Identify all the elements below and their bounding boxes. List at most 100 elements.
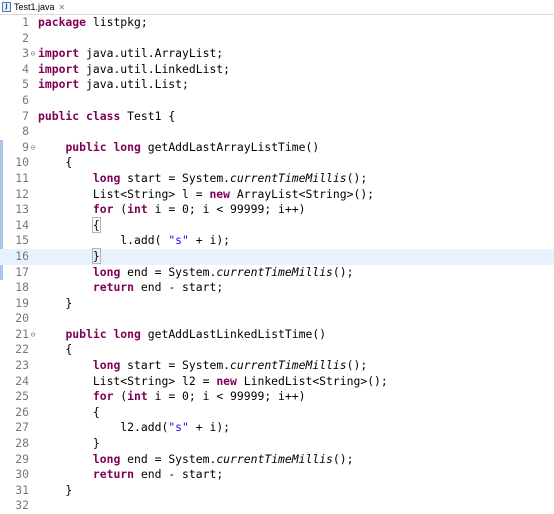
code-line[interactable]: 7 public class Test1 { (0, 109, 554, 125)
code-token: (); (332, 264, 354, 279)
line-number: 26 (15, 404, 29, 419)
code-token: + i); (188, 420, 231, 435)
code-line[interactable]: 10 { (0, 155, 554, 171)
line-number: 8 (22, 124, 29, 139)
code-token: getAddLastLinkedListTime() (140, 326, 327, 341)
line-number: 17 (15, 264, 29, 279)
fold-toggle-icon[interactable]: ⊖ (29, 46, 37, 62)
code-token: long (92, 264, 121, 279)
code-line[interactable]: 30 return end - start; (0, 467, 554, 483)
code-token: int (127, 202, 148, 217)
code-line[interactable]: 11 long start = System.currentTimeMillis… (0, 171, 554, 187)
line-number: 21 (15, 326, 29, 341)
code-text: { (38, 155, 72, 171)
code-line[interactable]: 13 for (int i = 0; i < 99999; i++) (0, 202, 554, 218)
code-token: (); (346, 170, 368, 185)
code-line[interactable]: 9 ⊖ public long getAddLastArrayListTime() (0, 140, 554, 156)
code-line[interactable]: 5 import java.util.List; (0, 77, 554, 93)
code-text: import java.util.ArrayList; (38, 46, 223, 62)
code-token: { (38, 404, 100, 419)
code-token: import (38, 61, 80, 76)
code-text: List<String> l2 = new LinkedList<String>… (38, 374, 388, 390)
code-line[interactable]: 21 ⊖ public long getAddLastLinkedListTime… (0, 327, 554, 343)
code-line[interactable]: 12 List<String> l = new ArrayList<String… (0, 187, 554, 203)
code-token: } (91, 247, 101, 264)
code-text: } (38, 247, 101, 265)
code-token: currentTimeMillis (230, 170, 347, 185)
code-text: long end = System.currentTimeMillis(); (38, 452, 354, 468)
tab-test1-java[interactable]: J Test1.java ✕ (0, 0, 72, 14)
code-token: end = System. (120, 451, 217, 466)
code-token: end - start; (134, 467, 224, 482)
line-number: 20 (15, 311, 29, 326)
code-token: } (38, 295, 73, 310)
code-line[interactable]: 32 (0, 498, 554, 514)
code-line[interactable]: 2 (0, 31, 554, 47)
code-line[interactable]: 27 l2.add("s" + i); (0, 420, 554, 436)
line-number: 15 (15, 233, 29, 248)
code-line[interactable]: 26 { (0, 405, 554, 421)
tab-title: Test1.java (14, 2, 55, 12)
code-line[interactable]: 8 (0, 124, 554, 140)
code-line[interactable]: 23 long start = System.currentTimeMillis… (0, 358, 554, 374)
code-token: ( (113, 202, 128, 217)
code-line[interactable]: 29 long end = System.currentTimeMillis()… (0, 452, 554, 468)
code-line[interactable]: 25 for (int i = 0; i < 99999; i++) (0, 389, 554, 405)
code-line[interactable]: 19 } (0, 296, 554, 312)
code-text: long start = System.currentTimeMillis(); (38, 171, 367, 187)
code-line[interactable]: 4 import java.util.LinkedList; (0, 62, 554, 78)
code-token: return (92, 280, 135, 295)
code-token: new (209, 186, 231, 201)
line-number: 16 (15, 248, 29, 263)
code-line[interactable]: 18 return end - start; (0, 280, 554, 296)
code-token: ( (113, 389, 128, 404)
code-token: } (38, 436, 100, 451)
line-number: 10 (15, 155, 29, 170)
line-number: 32 (15, 498, 29, 513)
code-line[interactable]: 15 l.add( "s" + i); (0, 233, 554, 249)
close-icon[interactable]: ✕ (59, 3, 66, 12)
code-token: "s" (168, 233, 189, 248)
code-token: { (91, 216, 101, 233)
code-line[interactable]: 24 List<String> l2 = new LinkedList<Stri… (0, 374, 554, 390)
code-token: end - start; (134, 280, 224, 295)
code-token: List<String> l = (38, 186, 210, 201)
line-number: 18 (15, 280, 29, 295)
code-token: start = System. (120, 358, 231, 373)
line-number: 25 (15, 389, 29, 404)
code-line[interactable]: 1 package listpkg; (0, 15, 554, 31)
code-text: package listpkg; (38, 15, 148, 31)
line-number: 6 (22, 92, 29, 107)
code-line[interactable]: 16 } (0, 247, 554, 265)
code-text: } (38, 483, 72, 499)
code-token: listpkg; (86, 15, 148, 29)
code-line[interactable]: 3 ⊖ import java.util.ArrayList; (0, 46, 554, 62)
code-text: for (int i = 0; i < 99999; i++) (38, 389, 306, 405)
code-line[interactable]: 22 { (0, 342, 554, 358)
code-line[interactable]: 14 { (0, 216, 554, 234)
code-line[interactable]: 17 long end = System.currentTimeMillis()… (0, 265, 554, 281)
code-line[interactable]: 6 (0, 93, 554, 109)
line-number: 12 (15, 186, 29, 201)
text-caret (99, 250, 101, 263)
code-line[interactable]: 20 (0, 311, 554, 327)
line-number: 14 (15, 217, 29, 232)
code-token: import (38, 77, 80, 92)
code-text: List<String> l = new ArrayList<String>()… (38, 187, 374, 203)
code-token: public (65, 326, 107, 341)
code-token: currentTimeMillis (230, 358, 347, 373)
fold-toggle-icon[interactable]: ⊖ (29, 140, 37, 156)
code-token: currentTimeMillis (216, 451, 333, 466)
code-token: currentTimeMillis (216, 264, 333, 279)
code-line[interactable]: 28 } (0, 436, 554, 452)
code-line[interactable]: 31 } (0, 483, 554, 499)
line-number: 2 (22, 30, 29, 45)
line-number: 13 (15, 202, 29, 217)
fold-toggle-icon[interactable]: ⊖ (29, 327, 37, 343)
code-editor[interactable]: 1 package listpkg; 2 3 ⊖ import java.util.Arr… (0, 15, 554, 514)
